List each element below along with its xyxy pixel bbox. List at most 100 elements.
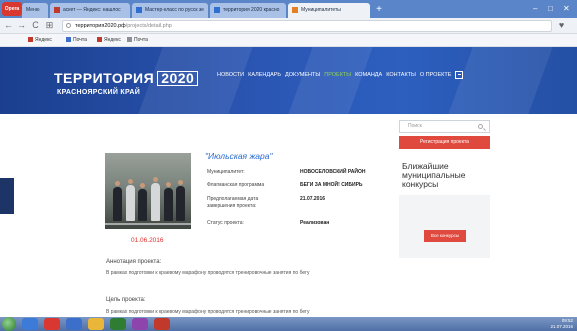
bookmarks-bar: Яндекс Почта Яндекс Почта — [0, 34, 577, 47]
project-date: 01.06.2016 — [131, 237, 164, 244]
goal-label: Цель проекта: — [106, 297, 146, 303]
browser-tab-strip: Opera Меню аскет — Яндекс: нашлос Мастер… — [0, 0, 577, 18]
bookmark-label: Яндекс — [35, 37, 52, 43]
maximize-button[interactable]: □ — [548, 4, 553, 14]
heart-icon[interactable]: ♥ — [556, 20, 567, 31]
taskbar: 09:52 21.07.2016 — [0, 317, 577, 331]
tab-yandex-search[interactable]: аскет — Яндекс: нашлос — [50, 3, 130, 18]
field-label-end-date: Предполагаемая дата завершения проекта: — [207, 196, 259, 209]
left-side-panel — [0, 178, 14, 214]
reload-button[interactable]: C — [30, 20, 41, 31]
annotation-label: Аннотация проекта: — [106, 259, 162, 265]
logo-word: ТЕРРИТОРИЯ — [54, 70, 155, 86]
bookmark-yandex-2[interactable]: Яндекс — [97, 34, 121, 47]
tab-label: аскет — Яндекс: нашлос — [63, 7, 121, 13]
nav-projects[interactable]: ПРОЕКТЫ — [324, 72, 351, 78]
new-tab-button[interactable]: + — [373, 4, 385, 16]
app-icon[interactable] — [132, 318, 148, 330]
all-contests-button[interactable]: Все конкурсы — [424, 230, 466, 242]
register-project-button[interactable]: Регистрация проекта — [399, 136, 490, 149]
url-host: территория2020.рф — [75, 23, 126, 29]
ie-icon[interactable] — [22, 318, 38, 330]
nav-contacts[interactable]: КОНТАКТЫ — [386, 72, 416, 78]
page-favicon-icon — [136, 6, 142, 13]
opera-icon[interactable] — [44, 318, 60, 330]
system-tray-clock[interactable]: 09:52 21.07.2016 — [550, 318, 573, 330]
logo-year: 2020 — [157, 71, 199, 86]
goal-text: В рамках подготовки к краевому марафону … — [106, 309, 310, 315]
tray-date: 21.07.2016 — [550, 324, 573, 329]
bookmark-label: Почта — [134, 37, 148, 43]
bookmark-yandex[interactable]: Яндекс — [28, 34, 52, 47]
back-button[interactable]: ← — [3, 20, 14, 31]
nav-calendar[interactable]: КАЛЕНДАРЬ — [248, 72, 281, 78]
nav-news[interactable]: НОВОСТИ — [217, 72, 244, 78]
forward-button[interactable]: → — [16, 20, 27, 31]
runner-figure — [126, 179, 135, 221]
tab-label: Меню — [26, 7, 40, 13]
url-path: /projects/detail.php — [125, 23, 172, 29]
nav-team[interactable]: КОМАНДА — [355, 72, 382, 78]
bookmark-mail-2[interactable]: Почта — [127, 34, 148, 47]
header-decoration — [283, 47, 377, 114]
mail-icon — [127, 37, 132, 43]
runner-figure — [151, 177, 160, 221]
site-logo[interactable]: ТЕРРИТОРИЯ 2020 — [54, 70, 199, 86]
page-favicon-icon — [214, 6, 220, 13]
site-header: ТЕРРИТОРИЯ 2020 КРАСНОЯРСКИЙ КРАЙ НОВОСТИ… — [0, 47, 577, 114]
runner-figure — [138, 183, 147, 221]
page-favicon-icon — [292, 6, 298, 13]
mail-icon — [66, 37, 71, 43]
yandex-favicon-icon — [54, 6, 60, 13]
field-value-status: Реализован — [300, 220, 330, 226]
project-title: "Июльская жара" — [205, 151, 273, 161]
annotation-text: В рамках подготовки к краевому марафону … — [106, 270, 310, 276]
opera-menu-button[interactable]: Opera — [2, 2, 22, 16]
field-label-program: Флагманская программа — [207, 182, 265, 188]
runner-figure — [176, 180, 185, 221]
tab-label: Муниципалитеты — [301, 7, 341, 13]
tab-master-class[interactable]: Мастер-класс по русск зе — [132, 3, 208, 18]
track-line — [105, 223, 191, 225]
close-window-button[interactable]: ✕ — [563, 4, 570, 14]
bookmark-label: Яндекс — [104, 37, 121, 43]
tab-municipalities[interactable]: Муниципалитеты — [288, 3, 370, 18]
yandex-icon — [28, 37, 33, 43]
bookmark-mail[interactable]: Почта — [66, 34, 87, 47]
tab-label: Мастер-класс по русск зе — [145, 7, 204, 13]
field-value-program[interactable]: БЕГИ ЗА МНОЙ! СИБИРЬ — [300, 182, 363, 189]
contests-panel — [399, 195, 490, 258]
bookmark-label: Почта — [73, 37, 87, 43]
nav-about[interactable]: О ПРОЕКТЕ — [420, 72, 452, 78]
yandex-icon — [97, 37, 102, 43]
home-button[interactable]: ⊞ — [44, 20, 55, 31]
start-button[interactable] — [2, 317, 16, 331]
media-player-icon[interactable] — [110, 318, 126, 330]
url-input[interactable]: территория2020.рф/projects/detail.php — [62, 20, 552, 32]
field-label-status: Статус проекта: — [207, 220, 244, 226]
header-decoration — [443, 47, 557, 114]
tab-menu[interactable]: Меню — [22, 3, 48, 18]
search-input[interactable]: Поиск — [399, 120, 490, 133]
upcoming-contests-heading: Ближайшие муниципальные конкурсы — [402, 161, 466, 189]
address-bar: ← → C ⊞ территория2020.рф/projects/detai… — [0, 18, 577, 34]
field-label-municipality: Муниципалитет: — [207, 169, 245, 175]
tab-label: территория 2020 красно — [223, 7, 280, 13]
runner-figure — [113, 181, 122, 221]
folder-icon[interactable] — [88, 318, 104, 330]
logo-subtitle: КРАСНОЯРСКИЙ КРАЙ — [57, 89, 141, 96]
main-nav: НОВОСТИ КАЛЕНДАРЬ ДОКУМЕНТЫ ПРОЕКТЫ КОМАНДА К… — [217, 71, 467, 79]
login-icon[interactable] — [455, 71, 464, 79]
runner-figure — [164, 182, 173, 221]
search-placeholder: Поиск — [408, 123, 422, 129]
minimize-button[interactable]: – — [533, 4, 537, 14]
field-value-end-date: 21.07.2016 — [300, 196, 326, 202]
app-icon[interactable] — [154, 318, 170, 330]
site-info-icon[interactable] — [66, 23, 71, 28]
field-value-municipality[interactable]: НОВОСЕЛОВСКИЙ РАЙОН — [300, 169, 365, 176]
project-photo[interactable] — [105, 153, 191, 229]
search-icon[interactable] — [478, 124, 483, 129]
tab-territory-2020[interactable]: территория 2020 красно — [210, 3, 286, 18]
nav-documents[interactable]: ДОКУМЕНТЫ — [285, 72, 320, 78]
app-icon[interactable] — [66, 318, 82, 330]
